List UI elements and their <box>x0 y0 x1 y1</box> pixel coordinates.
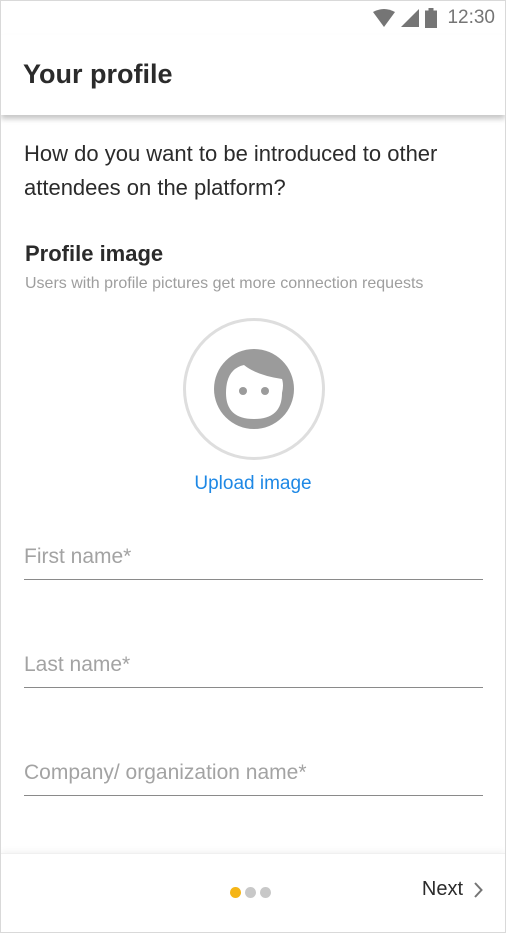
page-dot <box>245 887 256 898</box>
status-bar: 12:30 <box>1 1 505 35</box>
signal-icon <box>401 9 420 27</box>
page-indicator <box>230 887 271 898</box>
wifi-icon <box>373 9 396 27</box>
company-name-field <box>24 751 483 796</box>
bottom-bar: Next <box>1 853 505 932</box>
avatar-picker[interactable] <box>183 318 325 460</box>
company-name-input[interactable] <box>24 751 483 795</box>
status-time: 12:30 <box>447 7 495 28</box>
last-name-field <box>24 643 483 688</box>
page-dot-active <box>230 887 241 898</box>
app-bar: Your profile <box>1 35 505 115</box>
next-button[interactable]: Next <box>422 878 483 901</box>
screen: 12:30 Your profile How do you want to be… <box>0 0 506 933</box>
profile-image-subtitle: Users with profile pictures get more con… <box>25 275 424 292</box>
page-title: Your profile <box>23 59 173 89</box>
battery-icon <box>425 8 438 28</box>
avatar-face-icon <box>214 349 294 429</box>
last-name-input[interactable] <box>24 643 483 687</box>
first-name-field <box>24 535 483 580</box>
intro-text: How do you want to be introduced to othe… <box>24 141 438 200</box>
profile-image-title: Profile image <box>25 241 164 266</box>
page-dot <box>260 887 271 898</box>
first-name-input[interactable] <box>24 535 483 579</box>
next-label: Next <box>421 878 463 900</box>
chevron-right-icon <box>474 881 483 898</box>
upload-image-link[interactable]: Upload image <box>1 473 505 495</box>
